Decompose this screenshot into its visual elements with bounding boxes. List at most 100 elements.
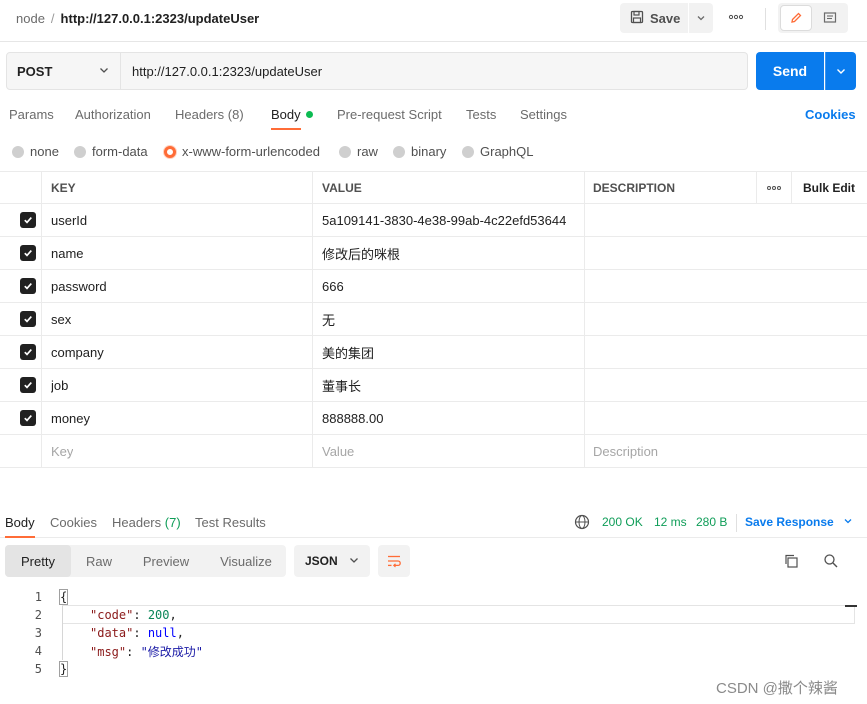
breadcrumb-collection[interactable]: node bbox=[16, 11, 45, 26]
more-dots-icon bbox=[767, 185, 781, 190]
table-row: name 修改后的咪根 bbox=[0, 237, 867, 270]
breadcrumb-request-name[interactable]: http://127.0.0.1:2323/updateUser bbox=[61, 11, 260, 26]
column-divider bbox=[584, 172, 585, 203]
row-checkbox[interactable] bbox=[20, 402, 36, 434]
body-type-radio-group: none form-data x-www-form-urlencoded raw… bbox=[0, 140, 867, 162]
row-checkbox[interactable] bbox=[20, 336, 36, 368]
radio-graphql[interactable]: GraphQL bbox=[462, 144, 533, 159]
line-number: 1 bbox=[34, 590, 42, 604]
column-divider bbox=[584, 369, 585, 401]
column-header-key: KEY bbox=[51, 180, 76, 195]
param-key[interactable]: password bbox=[51, 270, 107, 302]
globe-icon[interactable] bbox=[574, 514, 590, 533]
new-description-input[interactable]: Description bbox=[593, 435, 658, 467]
param-key[interactable]: userId bbox=[51, 204, 87, 236]
tab-headers[interactable]: Headers (8) bbox=[175, 107, 244, 122]
pencil-icon bbox=[791, 12, 802, 23]
send-dropdown-button[interactable] bbox=[825, 52, 856, 90]
row-checkbox[interactable] bbox=[20, 237, 36, 269]
documentation-mode-button[interactable] bbox=[814, 5, 846, 31]
status-code[interactable]: 200 OK bbox=[602, 515, 643, 529]
table-row: job 董事长 bbox=[0, 369, 867, 402]
column-header-description: DESCRIPTION bbox=[593, 180, 676, 195]
more-dots-icon bbox=[728, 14, 744, 20]
view-raw[interactable]: Raw bbox=[75, 545, 123, 577]
radio-form-data[interactable]: form-data bbox=[74, 144, 148, 159]
view-pretty[interactable]: Pretty bbox=[5, 545, 71, 577]
cookies-link[interactable]: Cookies bbox=[805, 107, 856, 122]
response-view-selector: Pretty Raw Preview Visualize bbox=[5, 545, 286, 577]
chevron-down-icon bbox=[100, 68, 108, 73]
save-button[interactable]: Save bbox=[620, 3, 688, 33]
param-value[interactable]: 董事长 bbox=[322, 369, 361, 401]
param-key[interactable]: sex bbox=[51, 303, 71, 335]
json-colon: : bbox=[126, 644, 141, 659]
method-label: POST bbox=[17, 63, 53, 79]
search-icon[interactable] bbox=[823, 553, 839, 572]
wrap-lines-button[interactable] bbox=[378, 545, 410, 577]
param-value[interactable]: 美的集团 bbox=[322, 336, 374, 368]
param-key[interactable]: job bbox=[51, 369, 68, 401]
copy-icon[interactable] bbox=[783, 553, 799, 572]
tab-tests[interactable]: Tests bbox=[466, 107, 496, 122]
code-line: 3 "data": null, bbox=[0, 624, 867, 642]
param-key[interactable]: name bbox=[51, 237, 84, 269]
radio-circle-selected bbox=[164, 145, 176, 158]
resp-tab-headers[interactable]: Headers (7) bbox=[112, 515, 181, 530]
format-label: JSON bbox=[305, 554, 338, 568]
column-divider bbox=[312, 336, 313, 368]
table-header-row: KEY VALUE DESCRIPTION Bulk Edit bbox=[0, 171, 867, 204]
radio-none[interactable]: none bbox=[12, 144, 59, 159]
response-time[interactable]: 12 ms bbox=[654, 515, 687, 529]
tab-headers-count: (8) bbox=[227, 107, 244, 122]
column-options-button[interactable] bbox=[766, 172, 782, 203]
column-divider bbox=[41, 303, 42, 335]
send-button[interactable]: Send bbox=[756, 52, 824, 90]
save-dropdown-button[interactable] bbox=[689, 3, 713, 33]
tab-params[interactable]: Params bbox=[9, 107, 54, 122]
param-key[interactable]: company bbox=[51, 336, 104, 368]
param-value[interactable]: 666 bbox=[322, 270, 344, 302]
edit-mode-button[interactable] bbox=[780, 5, 812, 31]
radio-none-label: none bbox=[30, 144, 59, 159]
request-tabs: Params Authorization Headers (8) Body Pr… bbox=[0, 100, 867, 130]
radio-circle bbox=[12, 145, 24, 158]
column-divider bbox=[584, 336, 585, 368]
more-actions-button[interactable] bbox=[728, 9, 744, 28]
table-row: sex 无 bbox=[0, 303, 867, 336]
resp-tab-cookies[interactable]: Cookies bbox=[50, 515, 97, 530]
checkmark-icon bbox=[24, 316, 32, 323]
save-response-button[interactable]: Save Response bbox=[745, 515, 853, 529]
resp-tab-test-results[interactable]: Test Results bbox=[195, 515, 266, 530]
param-value[interactable]: 无 bbox=[322, 303, 335, 335]
row-checkbox[interactable] bbox=[20, 369, 36, 401]
column-divider bbox=[41, 204, 42, 236]
view-preview[interactable]: Preview bbox=[133, 545, 199, 577]
tab-authorization[interactable]: Authorization bbox=[75, 107, 151, 122]
radio-x-www-form-urlencoded[interactable]: x-www-form-urlencoded bbox=[164, 144, 320, 159]
radio-binary[interactable]: binary bbox=[393, 144, 446, 159]
new-key-input[interactable]: Key bbox=[51, 435, 73, 467]
format-select[interactable]: JSON bbox=[294, 545, 370, 577]
tab-settings[interactable]: Settings bbox=[520, 107, 567, 122]
new-value-input[interactable]: Value bbox=[322, 435, 354, 467]
bulk-edit-button[interactable]: Bulk Edit bbox=[803, 172, 855, 203]
column-divider bbox=[312, 204, 313, 236]
row-checkbox[interactable] bbox=[20, 270, 36, 302]
param-value[interactable]: 修改后的咪根 bbox=[322, 237, 400, 269]
method-select[interactable]: POST bbox=[6, 52, 121, 90]
param-value[interactable]: 888888.00 bbox=[322, 402, 383, 434]
view-visualize[interactable]: Visualize bbox=[211, 545, 281, 577]
response-size[interactable]: 280 B bbox=[696, 515, 727, 529]
param-value[interactable]: 5a109141-3830-4e38-99ab-4c22efd53644 bbox=[322, 204, 566, 236]
resp-tab-body[interactable]: Body bbox=[5, 515, 35, 530]
tab-body[interactable]: Body bbox=[271, 107, 313, 122]
row-checkbox[interactable] bbox=[20, 204, 36, 236]
checkmark-icon bbox=[24, 217, 32, 224]
tab-pre-request-script[interactable]: Pre-request Script bbox=[337, 107, 442, 122]
checkbox-checked bbox=[20, 278, 36, 294]
row-checkbox[interactable] bbox=[20, 303, 36, 335]
url-input[interactable]: http://127.0.0.1:2323/updateUser bbox=[121, 52, 748, 90]
radio-raw[interactable]: raw bbox=[339, 144, 378, 159]
param-key[interactable]: money bbox=[51, 402, 90, 434]
